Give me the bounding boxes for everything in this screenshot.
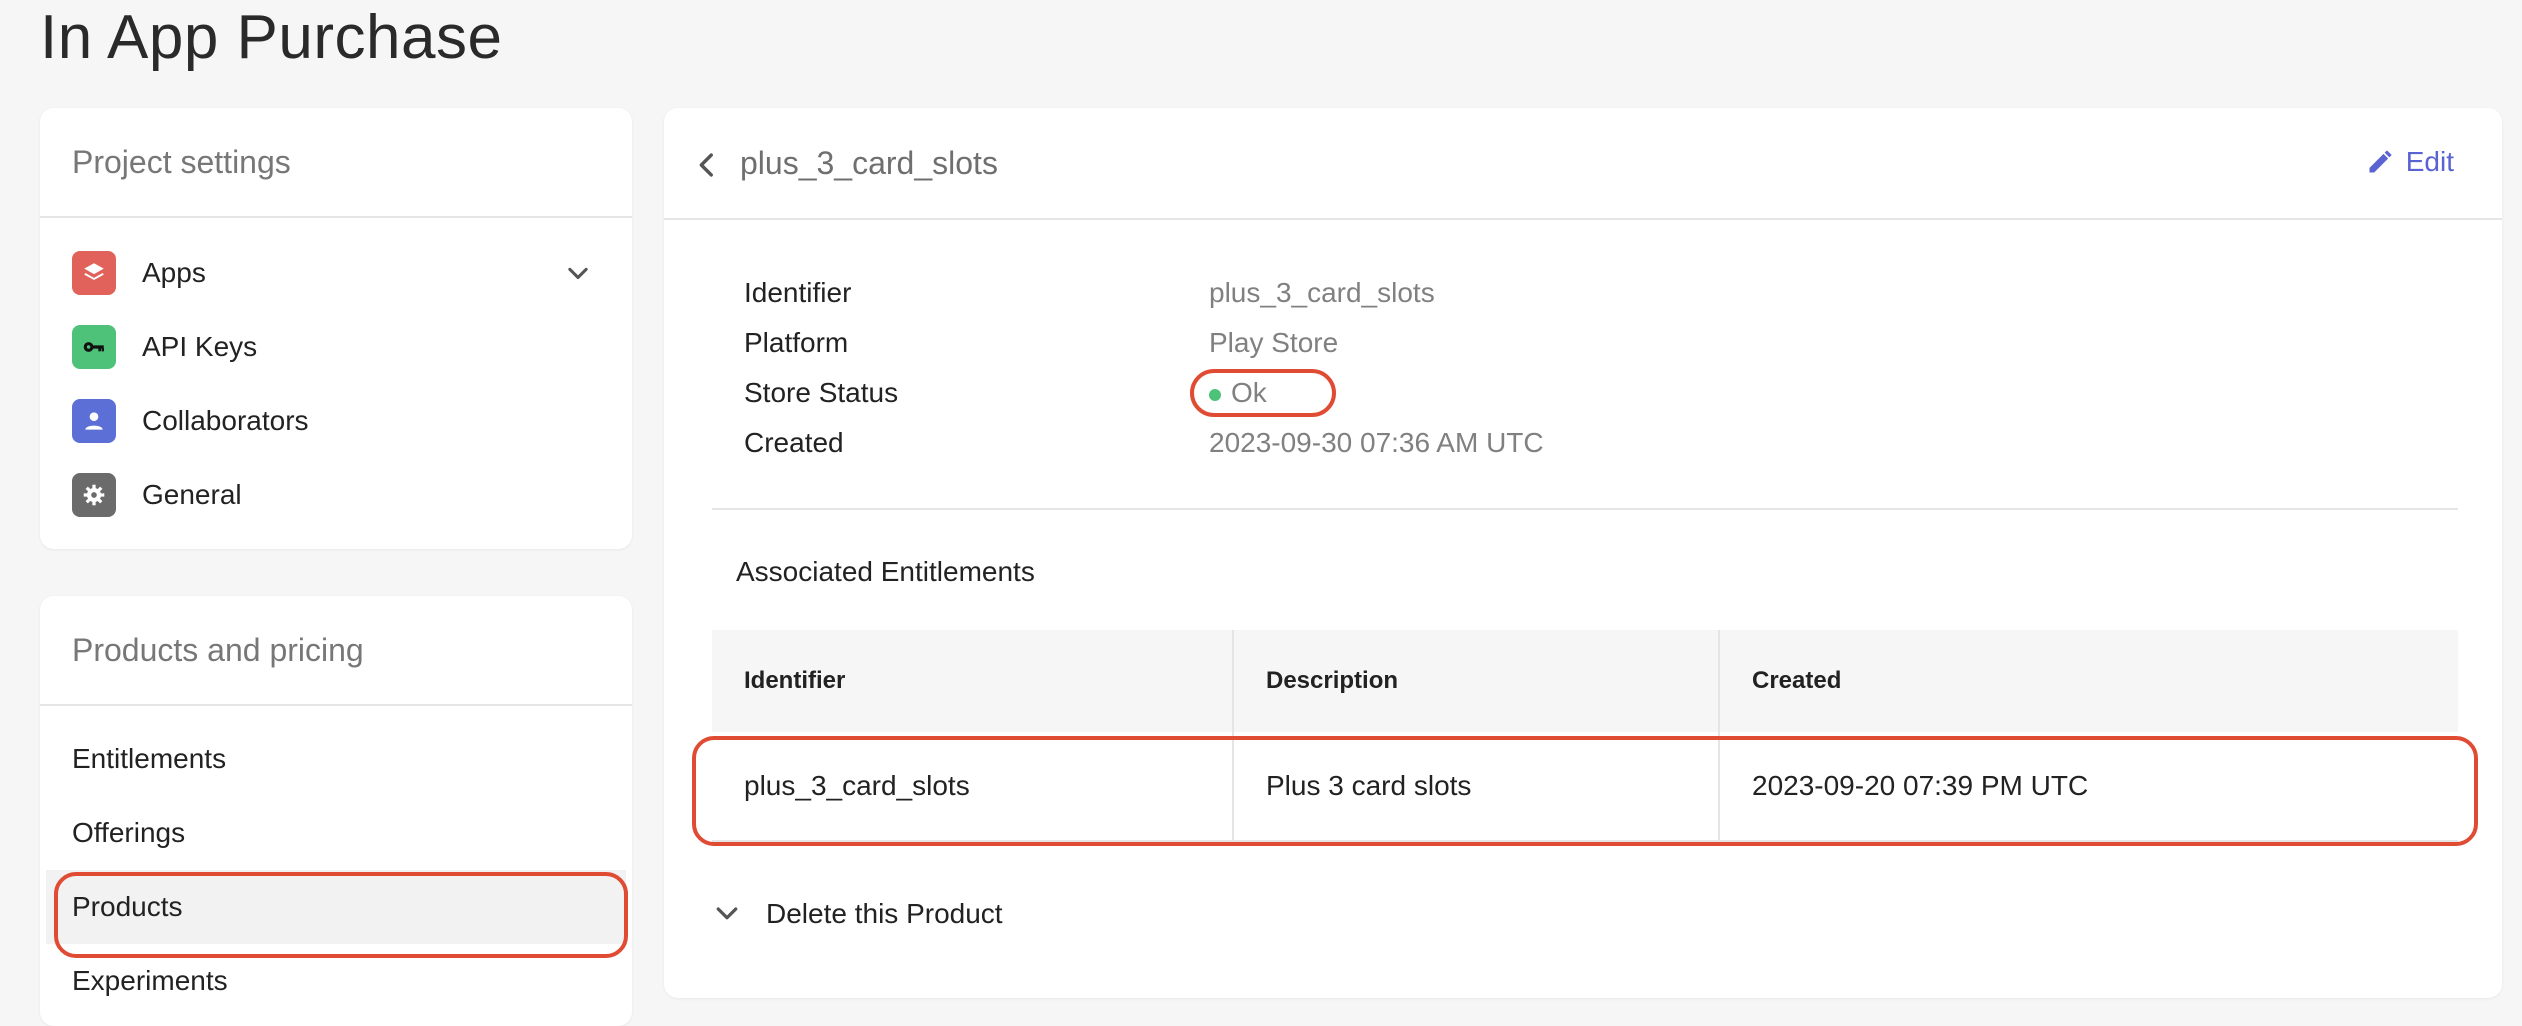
info-row-identifier: Identifier plus_3_card_slots xyxy=(744,268,1544,318)
sidebar-item-api-keys[interactable]: API Keys xyxy=(40,310,632,384)
sidebar-item-apps[interactable]: Apps xyxy=(40,236,632,310)
info-label: Store Status xyxy=(744,377,899,408)
page-title: In App Purchase xyxy=(40,3,503,72)
table-cell: 2023-09-20 07:39 PM UTC xyxy=(1752,770,2089,801)
info-value: plus_3_card_slots xyxy=(1209,277,1435,308)
delete-label: Delete this Product xyxy=(766,898,1003,929)
project-settings-header: Project settings xyxy=(40,108,632,218)
info-value: 2023-09-30 07:36 AM UTC xyxy=(1209,427,1544,458)
status-dot-icon xyxy=(1209,388,1221,401)
sidebar-item-collaborators[interactable]: Collaborators xyxy=(40,384,632,458)
info-label: Identifier xyxy=(744,277,852,308)
product-detail-card: plus_3_card_slots Edit Identifier plus_3… xyxy=(664,108,2502,998)
products-pricing-header: Products and pricing xyxy=(40,596,632,706)
project-settings-card: Project settings Apps API Keys Collabora… xyxy=(40,108,632,549)
info-row-store-status: Store Status Ok xyxy=(744,368,1544,418)
column-header: Identifier xyxy=(712,630,1234,732)
sidebar-item-offerings[interactable]: Offerings xyxy=(40,796,632,870)
column-header: Created xyxy=(1752,667,1842,694)
gear-icon xyxy=(72,473,116,517)
chevron-left-icon[interactable] xyxy=(690,148,724,182)
edit-button[interactable]: Edit xyxy=(2366,146,2454,178)
sidebar-item-entitlements[interactable]: Entitlements xyxy=(40,722,632,796)
pencil-icon xyxy=(2369,150,2392,173)
sidebar-item-products[interactable]: Products xyxy=(46,870,626,944)
detail-title: plus_3_card_slots xyxy=(740,144,998,181)
products-pricing-card: Products and pricing Entitlements Offeri… xyxy=(40,596,632,1026)
table-cell: Plus 3 card slots xyxy=(1234,732,1720,840)
column-header: Description xyxy=(1234,630,1720,732)
sidebar-item-label: General xyxy=(142,479,242,510)
sidebar-item-label: Collaborators xyxy=(142,405,309,436)
info-label: Platform xyxy=(744,327,849,358)
info-row-platform: Platform Play Store xyxy=(744,318,1544,368)
layers-icon xyxy=(72,251,116,295)
status-text: Ok xyxy=(1231,377,1267,408)
status-badge: Ok xyxy=(1209,377,1267,409)
sidebar-item-experiments[interactable]: Experiments xyxy=(40,944,632,1018)
person-icon xyxy=(72,399,116,443)
edit-label: Edit xyxy=(2405,146,2454,177)
sidebar-item-label: API Keys xyxy=(142,331,258,362)
table-row[interactable]: plus_3_card_slots Plus 3 card slots 2023… xyxy=(712,732,2458,842)
chevron-down-icon[interactable] xyxy=(564,260,592,288)
product-info: Identifier plus_3_card_slots Platform Pl… xyxy=(744,268,1544,468)
entitlements-title: Associated Entitlements xyxy=(736,556,1035,587)
delete-product-toggle[interactable]: Delete this Product xyxy=(712,898,1003,930)
key-icon xyxy=(72,325,116,369)
detail-header: plus_3_card_slots Edit xyxy=(664,108,2502,220)
sidebar-item-label: Apps xyxy=(142,257,206,288)
section-divider xyxy=(712,508,2458,510)
entitlements-table: Identifier Description Created plus_3_ca… xyxy=(712,630,2458,842)
table-header: Identifier Description Created xyxy=(712,630,2458,732)
sidebar-item-general[interactable]: General xyxy=(40,458,632,532)
info-row-created: Created 2023-09-30 07:36 AM UTC xyxy=(744,418,1544,468)
info-label: Created xyxy=(744,427,844,458)
info-value: Play Store xyxy=(1209,327,1339,358)
chevron-down-icon xyxy=(716,907,738,920)
table-cell: plus_3_card_slots xyxy=(712,732,1234,840)
